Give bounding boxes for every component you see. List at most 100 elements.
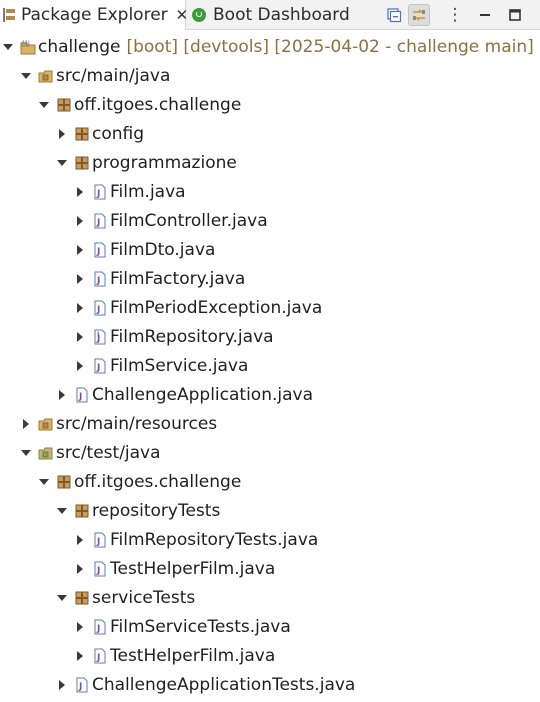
tree-item-src-main-resources[interactable]: src/main/resources <box>0 409 540 438</box>
tree-item-file-film-factory[interactable]: J FilmFactory.java <box>0 264 540 293</box>
java-file-icon: J <box>74 677 90 693</box>
chevron-down-icon[interactable] <box>2 41 14 53</box>
folder-label: src/test/java <box>56 442 161 463</box>
source-folder-icon <box>38 68 54 84</box>
java-file-icon: J <box>92 532 108 548</box>
close-icon[interactable]: ✕ <box>176 6 189 24</box>
java-file-icon: J <box>92 561 108 577</box>
tree-item-file-film-repository-tests[interactable]: J FilmRepositoryTests.java <box>0 525 540 554</box>
tab-package-explorer[interactable]: Package Explorer ✕ <box>0 0 189 31</box>
package-explorer-icon <box>2 7 16 23</box>
package-icon <box>74 126 90 142</box>
tree-item-project[interactable]: M J challenge [boot] [devtools] [2025-04… <box>0 32 540 61</box>
chevron-down-icon[interactable] <box>56 157 68 169</box>
chevron-down-icon[interactable] <box>20 447 32 459</box>
maximize-button[interactable] <box>504 4 526 26</box>
project-name: challenge <box>38 36 121 57</box>
chevron-down-icon[interactable] <box>38 99 50 111</box>
tab-boot-dashboard[interactable]: Boot Dashboard <box>188 0 358 30</box>
chevron-right-icon[interactable] <box>74 273 86 285</box>
chevron-down-icon[interactable] <box>38 476 50 488</box>
tree-item-package-repository-tests[interactable]: repositoryTests <box>0 496 540 525</box>
file-label: FilmServiceTests.java <box>110 616 291 637</box>
test-source-folder-icon <box>38 445 54 461</box>
collapse-all-button[interactable] <box>383 4 405 26</box>
java-file-icon: J <box>74 387 90 403</box>
svg-text:J: J <box>96 624 100 634</box>
package-label: off.itgoes.challenge <box>74 471 242 492</box>
chevron-right-icon[interactable] <box>74 534 86 546</box>
file-label: ChallengeApplication.java <box>92 384 313 405</box>
tree-item-file-film[interactable]: J Film.java <box>0 177 540 206</box>
project-decoration: [boot] [devtools] [2025-04-02 - challeng… <box>126 36 534 57</box>
svg-text:J: J <box>27 40 30 47</box>
chevron-right-icon[interactable] <box>74 244 86 256</box>
view-tab-bar: Package Explorer ✕ Boot Dashboard ⋮ <box>0 0 540 31</box>
svg-text:J: J <box>96 247 100 257</box>
package-icon <box>74 155 90 171</box>
chevron-right-icon[interactable] <box>74 331 86 343</box>
chevron-right-icon[interactable] <box>74 215 86 227</box>
chevron-right-icon[interactable] <box>74 621 86 633</box>
tree-item-file-film-service-tests[interactable]: J FilmServiceTests.java <box>0 612 540 641</box>
chevron-right-icon[interactable] <box>20 418 32 430</box>
view-menu-button[interactable]: ⋮ <box>444 4 466 26</box>
chevron-right-icon[interactable] <box>56 389 68 401</box>
tree-item-file-test-helper-film[interactable]: J TestHelperFilm.java <box>0 554 540 583</box>
tree-item-package-test[interactable]: off.itgoes.challenge <box>0 467 540 496</box>
svg-text:J: J <box>96 218 100 228</box>
link-with-editor-icon <box>413 9 425 21</box>
package-label: repositoryTests <box>92 500 221 521</box>
java-file-icon: J <box>92 300 108 316</box>
chevron-right-icon[interactable] <box>56 679 68 691</box>
tree-item-file-test-helper-film-2[interactable]: J TestHelperFilm.java <box>0 641 540 670</box>
tree-item-package-main[interactable]: off.itgoes.challenge <box>0 90 540 119</box>
file-label: Film.java <box>110 181 186 202</box>
chevron-right-icon[interactable] <box>74 650 86 662</box>
chevron-right-icon[interactable] <box>74 302 86 314</box>
chevron-down-icon[interactable] <box>56 592 68 604</box>
tree-item-src-main-java[interactable]: src/main/java <box>0 61 540 90</box>
tree-item-file-film-service[interactable]: J FilmService.java <box>0 351 540 380</box>
chevron-right-icon[interactable] <box>74 360 86 372</box>
tree-item-package-service-tests[interactable]: serviceTests <box>0 583 540 612</box>
minimize-button[interactable] <box>474 4 496 26</box>
svg-text:M: M <box>22 40 27 47</box>
package-icon <box>74 503 90 519</box>
chevron-right-icon[interactable] <box>74 563 86 575</box>
file-label: FilmService.java <box>110 355 249 376</box>
chevron-down-icon[interactable] <box>56 505 68 517</box>
tree-item-file-challenge-application[interactable]: J ChallengeApplication.java <box>0 380 540 409</box>
chevron-down-icon[interactable] <box>20 70 32 82</box>
svg-text:I: I <box>97 331 99 338</box>
tree-item-src-test-java[interactable]: src/test/java <box>0 438 540 467</box>
svg-text:J: J <box>78 682 82 692</box>
tree-item-file-film-period-exception[interactable]: J FilmPeriodException.java <box>0 293 540 322</box>
tree-item-file-film-controller[interactable]: J FilmController.java <box>0 206 540 235</box>
spring-boot-icon <box>192 8 206 22</box>
svg-text:J: J <box>96 189 100 199</box>
package-icon <box>56 474 72 490</box>
tree-item-package-config[interactable]: config <box>0 119 540 148</box>
tree-item-file-film-repository[interactable]: J I FilmRepository.java <box>0 322 540 351</box>
file-label: FilmController.java <box>110 210 268 231</box>
java-file-icon: J <box>92 358 108 374</box>
java-file-icon: J <box>92 271 108 287</box>
tree-item-package-programmazione[interactable]: programmazione <box>0 148 540 177</box>
source-folder-icon <box>38 416 54 432</box>
tree-item-file-film-dto[interactable]: J FilmDto.java <box>0 235 540 264</box>
file-label: FilmRepository.java <box>110 326 274 347</box>
java-file-icon: J <box>92 648 108 664</box>
svg-text:J: J <box>96 566 100 576</box>
link-with-editor-button[interactable] <box>408 4 430 26</box>
maven-project-icon: M J <box>20 39 36 55</box>
chevron-right-icon[interactable] <box>74 186 86 198</box>
svg-text:J: J <box>96 305 100 315</box>
package-icon <box>74 590 90 606</box>
chevron-right-icon[interactable] <box>56 128 68 140</box>
java-file-icon: J <box>92 242 108 258</box>
package-icon <box>56 97 72 113</box>
minimize-icon <box>480 14 490 16</box>
package-label: off.itgoes.challenge <box>74 94 242 115</box>
tree-item-file-challenge-application-tests[interactable]: J ChallengeApplicationTests.java <box>0 670 540 699</box>
